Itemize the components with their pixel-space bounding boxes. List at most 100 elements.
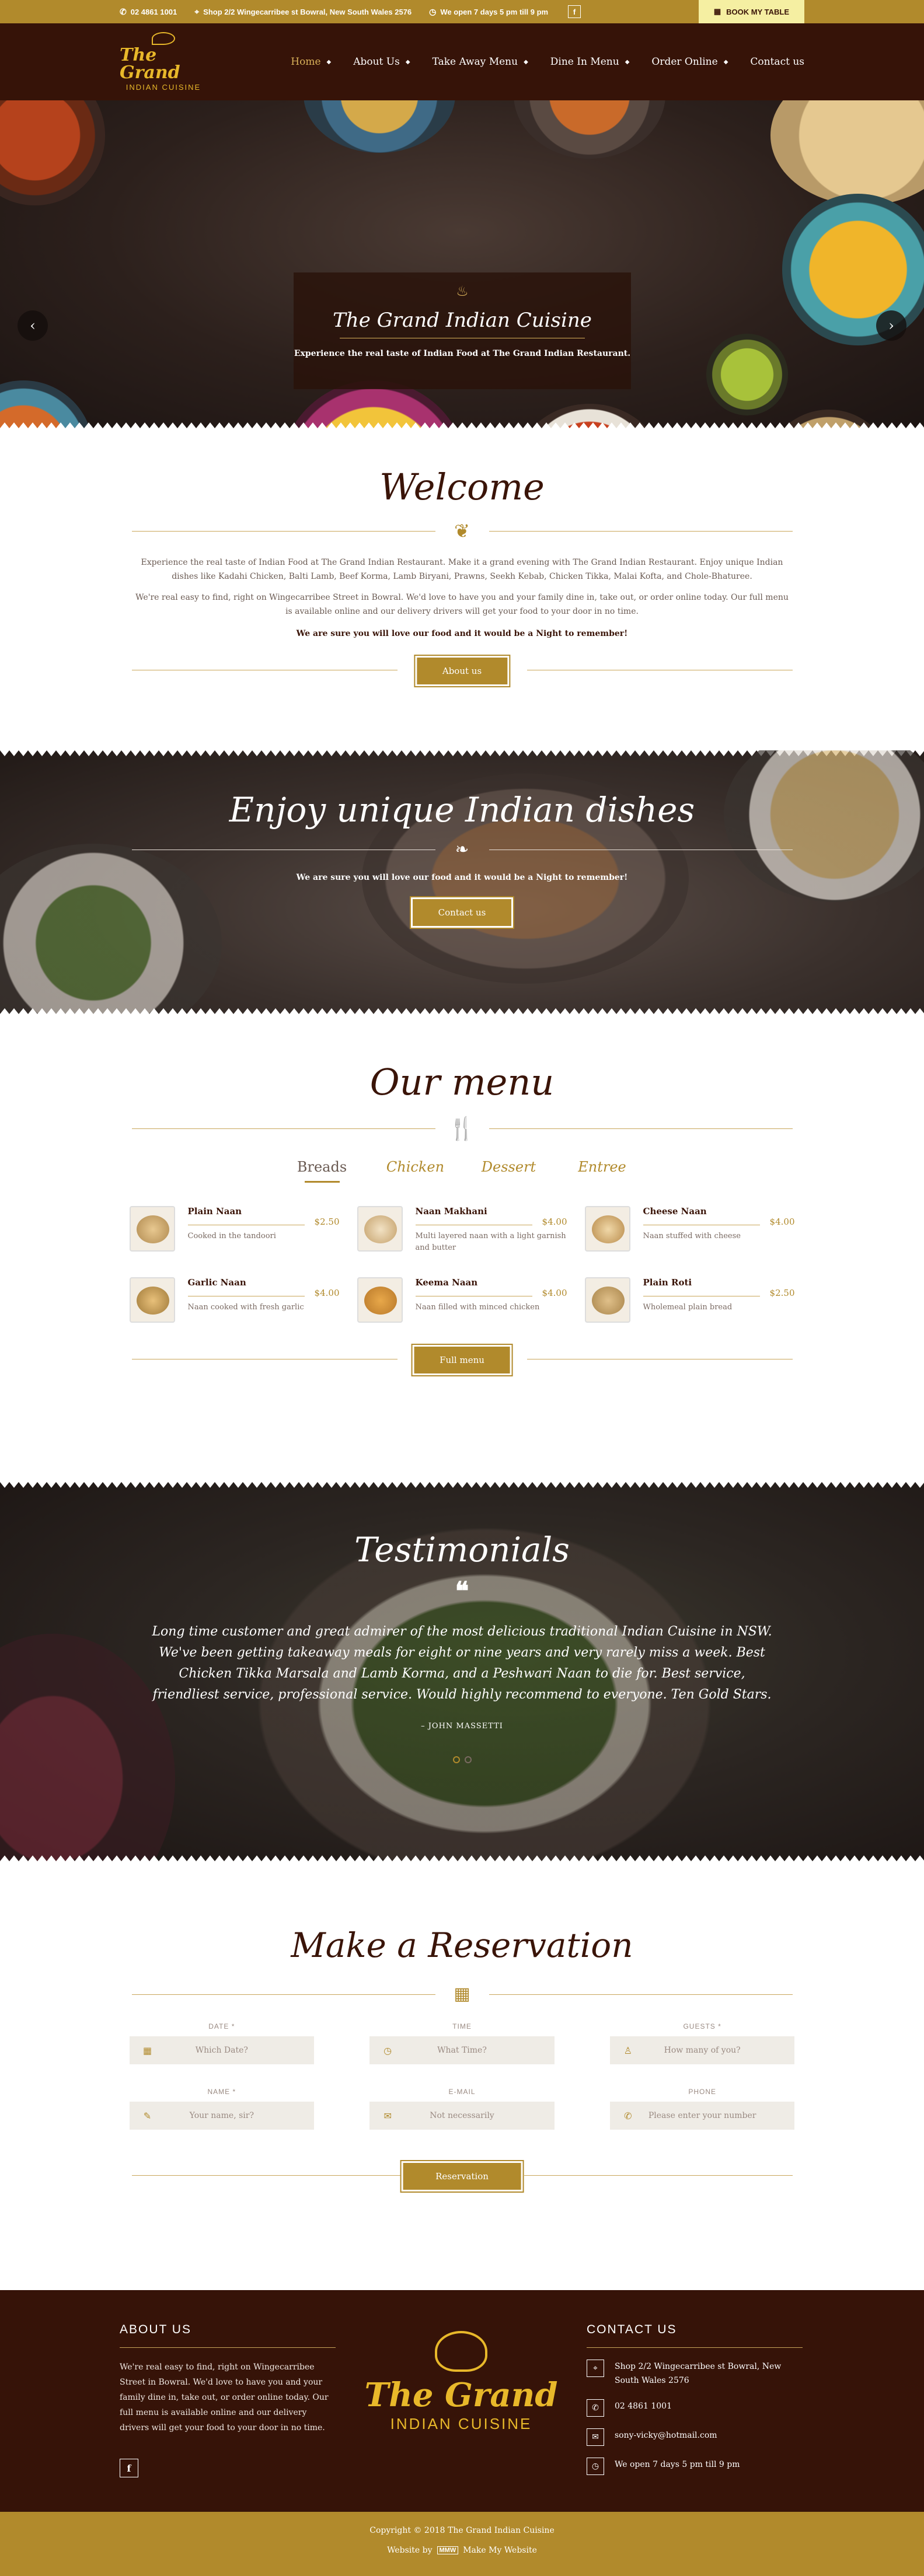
menu-item[interactable]: Keema Naan $4.00 Naan filled with minced…	[357, 1277, 567, 1323]
nav-home[interactable]: Home ◆	[291, 56, 331, 68]
slider-prev-button[interactable]: ‹	[18, 310, 48, 341]
tab-breads[interactable]: Breads	[276, 1159, 369, 1183]
top-bar: ✆ 02 4861 1001 ⌖ Shop 2/2 Wingecarribee …	[0, 0, 924, 23]
hero-caption: ♨ The Grand Indian Cuisine Experience th…	[294, 272, 631, 389]
footer-address: ⌖ Shop 2/2 Wingecarribee st Bowral, New S…	[587, 2360, 803, 2388]
time-input[interactable]: ◷ What Time?	[369, 2036, 555, 2064]
divider-line	[524, 2175, 793, 2176]
tab-chicken[interactable]: Chicken	[369, 1159, 462, 1183]
dish-thumbnail	[129, 1206, 175, 1252]
site-logo[interactable]: The Grand INDIAN CUISINE	[120, 30, 207, 94]
nav-about-label: About Us	[353, 56, 400, 68]
name-input[interactable]: ✎ Your name, sir?	[129, 2102, 315, 2130]
menu-item[interactable]: Naan Makhani $4.00 Multi layered naan wi…	[357, 1206, 567, 1254]
testimonial-quote: Long time customer and great admirer of …	[152, 1624, 772, 1702]
table-icon: ▦	[713, 7, 721, 16]
nav-order-online[interactable]: Order Online ◆	[651, 56, 728, 68]
dish-header: Plain Naan	[188, 1206, 340, 1217]
dish-image	[591, 1287, 625, 1315]
menu-item[interactable]: Plain Roti $2.50 Wholemeal plain bread	[584, 1277, 795, 1323]
welcome-section: Welcome ❦ Experience the real taste of I…	[0, 428, 924, 750]
divider-line	[489, 531, 793, 532]
full-menu-button-row: Full menu	[131, 1343, 793, 1378]
divider-line	[131, 2175, 400, 2176]
footer-phone[interactable]: ✆ 02 4861 1001	[587, 2399, 803, 2417]
topbar-phone[interactable]: ✆ 02 4861 1001	[120, 7, 177, 17]
site-header: The Grand INDIAN CUISINE Home ◆ About Us ◆…	[0, 23, 924, 100]
nav-takeaway-label: Take Away Menu	[432, 56, 518, 68]
topbar-hours: ◷ We open 7 days 5 pm till 9 pm	[429, 7, 548, 17]
phone-input[interactable]: ✆ Please enter your number	[609, 2102, 795, 2130]
menu-item[interactable]: Plain Naan $2.50 Cooked in the tandoori	[129, 1206, 340, 1254]
diamond-icon: ◆	[405, 58, 410, 65]
field-label: GUESTS *	[683, 2022, 721, 2030]
footer-logo[interactable]: The Grand INDIAN CUISINE	[362, 2331, 560, 2477]
pencil-icon: ✎	[143, 2110, 152, 2121]
dish-price: $4.00	[542, 1288, 567, 1298]
dish-info: Keema Naan $4.00 Naan filled with minced…	[415, 1277, 567, 1323]
book-my-table-button[interactable]: ▦ BOOK MY TABLE	[698, 0, 804, 23]
facebook-icon[interactable]: f	[568, 5, 581, 18]
time-field: TIME ◷ What Time?	[369, 2022, 555, 2064]
menu-item[interactable]: Garlic Naan $4.00 Naan cooked with fresh…	[129, 1277, 340, 1323]
clock-icon: ◷	[429, 6, 437, 16]
dish-price: $4.00	[769, 1217, 795, 1227]
dish-thumbnail	[584, 1277, 630, 1323]
credit-prefix: Website by	[387, 2546, 433, 2555]
full-menu-button[interactable]: Full menu	[412, 1345, 512, 1375]
nav-take-away-menu[interactable]: Take Away Menu ◆	[433, 56, 528, 68]
slider-next-button[interactable]: ›	[876, 310, 906, 341]
menu-item[interactable]: Cheese Naan $4.00 Naan stuffed with chee…	[584, 1206, 795, 1254]
dish-info: Garlic Naan $4.00 Naan cooked with fresh…	[187, 1277, 340, 1323]
footer-about: ABOUT US We're real easy to find, right …	[120, 2323, 336, 2477]
divider-line	[131, 1128, 435, 1129]
contact-us-button[interactable]: Contact us	[410, 897, 514, 928]
footer-about-title: ABOUT US	[120, 2323, 191, 2336]
about-us-button[interactable]: About us	[414, 656, 510, 686]
pagination-dot[interactable]	[464, 1756, 472, 1763]
nav-contact-us[interactable]: Contact us	[750, 56, 804, 68]
tab-dessert[interactable]: Dessert	[462, 1159, 556, 1183]
field-placeholder: What Time?	[437, 2046, 487, 2055]
testimonial-author: – JOHN MASSETTI	[421, 1722, 503, 1731]
tab-entree[interactable]: Entree	[556, 1159, 649, 1183]
field-label: DATE *	[208, 2022, 235, 2030]
credit-name: Make My Website	[463, 2546, 537, 2555]
pagination-dot-active[interactable]	[452, 1756, 460, 1763]
envelope-icon: ✉	[383, 2110, 392, 2121]
email-input[interactable]: ✉ Not necessarily	[369, 2102, 555, 2130]
reservation-button[interactable]: Reservation	[401, 2161, 523, 2191]
dish-price-row: $2.50	[643, 1288, 795, 1298]
dish-price: $4.00	[542, 1217, 567, 1227]
footer-about-text: We're real easy to find, right on Wingec…	[120, 2362, 329, 2432]
footer-email[interactable]: ✉ sony-vicky@hotmail.com	[587, 2428, 803, 2446]
dish-header: Cheese Naan	[643, 1206, 795, 1217]
hero-slider: ‹ › ♨ The Grand Indian Cuisine Experienc…	[0, 100, 924, 428]
calendar-icon: ▦	[142, 2044, 152, 2056]
dish-name: Keema Naan	[415, 1277, 478, 1288]
dish-info: Plain Naan $2.50 Cooked in the tandoori	[187, 1206, 340, 1254]
field-placeholder: How many of you?	[664, 2046, 741, 2055]
footer-divider	[120, 2347, 336, 2348]
welcome-title: Welcome	[379, 466, 545, 508]
website-credit[interactable]: Website by MMW Make My Website	[0, 2546, 924, 2555]
guests-input[interactable]: ♙ How many of you?	[609, 2036, 795, 2064]
bottom-bar: Copyright © 2018 The Grand Indian Cuisin…	[0, 2512, 924, 2576]
dishes-banner: Enjoy unique Indian dishes ❧ We are sure…	[0, 750, 924, 1014]
diamond-icon: ◆	[625, 58, 630, 65]
field-placeholder: Which Date?	[195, 2046, 248, 2055]
user-icon: ♙	[623, 2044, 632, 2056]
date-input[interactable]: ▦ Which Date?	[129, 2036, 315, 2064]
nav-dine-in-menu[interactable]: Dine In Menu ◆	[550, 56, 630, 68]
dish-header: Naan Makhani	[416, 1206, 567, 1217]
footer-contact-title: CONTACT US	[587, 2323, 677, 2336]
dish-name: Naan Makhani	[415, 1206, 487, 1217]
section-divider: 🍴	[131, 1114, 793, 1142]
paisley-logo-icon	[152, 32, 175, 45]
nav-order-label: Order Online	[651, 56, 718, 68]
facebook-icon[interactable]: f	[120, 2459, 138, 2477]
section-divider: ❦	[131, 519, 793, 543]
nav-about-us[interactable]: About Us ◆	[353, 56, 410, 68]
dish-header: Garlic Naan	[188, 1277, 340, 1288]
dishes-content: Enjoy unique Indian dishes ❧ We are sure…	[0, 791, 924, 928]
